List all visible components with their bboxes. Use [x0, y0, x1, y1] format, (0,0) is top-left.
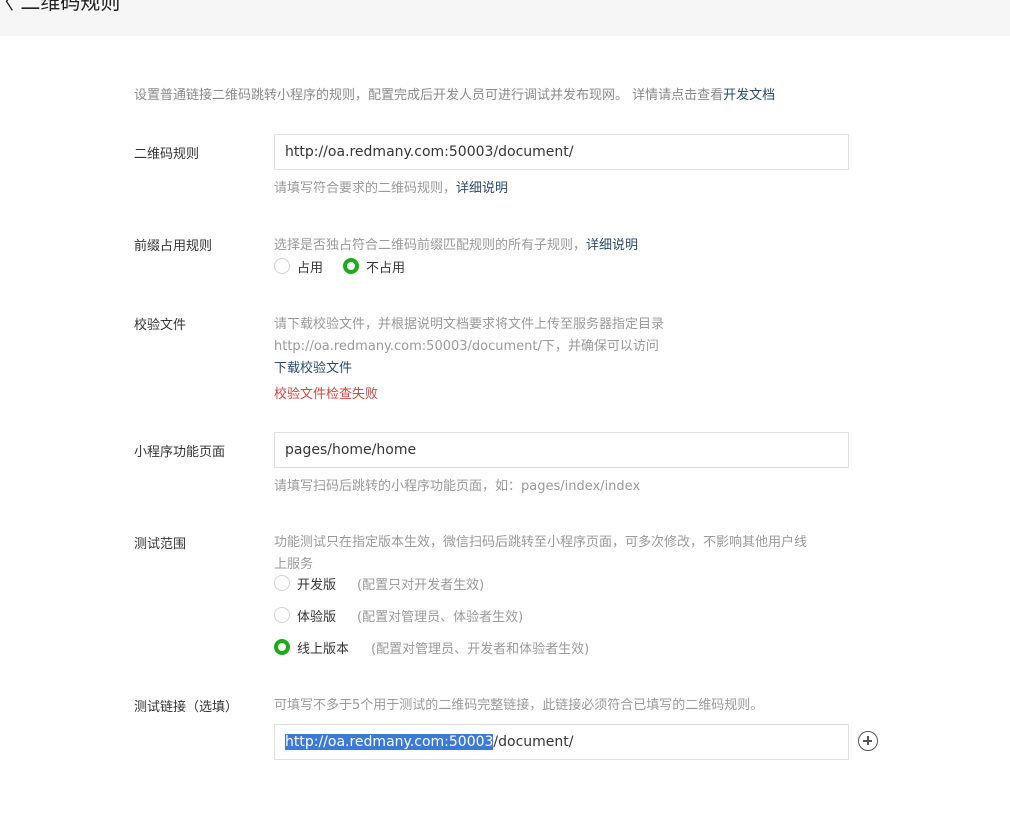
prefix-rule-tip: 选择是否独占符合二维码前缀匹配规则的所有子规则，详细说明: [274, 234, 638, 253]
qr-rule-input[interactable]: http://oa.redmany.com:50003/document/: [274, 134, 849, 170]
plus-circle-icon[interactable]: [858, 731, 878, 751]
page-path-input[interactable]: pages/home/home: [274, 432, 849, 468]
test-scope-tip-line1: 功能测试只在指定版本生效，微信扫码后跳转至小程序页面，可多次修改，不影响其他用户…: [274, 535, 808, 550]
verify-file-tip-line1: 请下载校验文件，并根据说明文档要求将文件上传至服务器指定目录: [274, 317, 665, 332]
test-scope-tip-line2: 上服务: [274, 557, 314, 572]
test-link-label: 测试链接（选填）: [134, 700, 239, 715]
radio-online-version[interactable]: [274, 639, 290, 655]
prefix-rule-tip-text: 选择是否独占符合二维码前缀匹配规则的所有子规则，: [274, 238, 587, 253]
test-link-rest-text: /document/: [493, 734, 574, 750]
download-verify-file-link[interactable]: 下载校验文件: [274, 357, 352, 376]
radio-occupy-label[interactable]: 占用: [297, 257, 323, 276]
radio-trial-version[interactable]: [274, 607, 290, 623]
prefix-rule-detail-link[interactable]: 详细说明: [586, 238, 638, 253]
page-title: 〈 二维码规则: [0, 0, 121, 14]
qr-rule-tip-text: 请填写符合要求的二维码规则，: [274, 181, 457, 196]
verify-file-label: 校验文件: [134, 318, 187, 333]
radio-not-occupy-label[interactable]: 不占用: [366, 257, 405, 276]
radio-trial-version-label[interactable]: 体验版: [297, 606, 336, 625]
test-link-tip: 可填写不多于5个用于测试的二维码完整链接，此链接必须符合已填写的二维码规则。: [274, 698, 764, 713]
intro-description: 设置普通链接二维码跳转小程序的规则，配置完成后开发人员可进行调试并发布现网。 详…: [134, 88, 724, 103]
test-scope-label: 测试范围: [134, 537, 187, 552]
top-bar: 〈 二维码规则: [0, 0, 1010, 36]
radio-dev-version-note: (配置只对开发者生效): [357, 578, 485, 593]
radio-occupy[interactable]: [274, 258, 290, 274]
radio-dev-version[interactable]: [274, 575, 290, 591]
qr-rule-label: 二维码规则: [134, 147, 200, 162]
verify-file-error: 校验文件检查失败: [274, 387, 379, 402]
radio-trial-version-note: (配置对管理员、体验者生效): [357, 610, 524, 625]
radio-online-version-label[interactable]: 线上版本: [297, 638, 349, 657]
intro-text: 设置普通链接二维码跳转小程序的规则，配置完成后开发人员可进行调试并发布现网。 详…: [134, 84, 775, 103]
radio-not-occupy[interactable]: [343, 258, 359, 274]
dev-docs-link[interactable]: 开发文档: [723, 88, 775, 103]
radio-online-version-note: (配置对管理员、开发者和体验者生效): [371, 642, 590, 657]
qr-rule-detail-link[interactable]: 详细说明: [456, 181, 508, 196]
test-link-selected-text: http://oa.redmany.com:50003: [285, 734, 494, 750]
verify-file-tip-line2: http://oa.redmany.com:50003/document/下，并…: [274, 339, 659, 354]
radio-dev-version-label[interactable]: 开发版: [297, 574, 336, 593]
qr-rule-tip: 请填写符合要求的二维码规则，详细说明: [274, 177, 508, 196]
test-link-input[interactable]: http://oa.redmany.com:50003/document/: [274, 724, 849, 760]
page-path-label: 小程序功能页面: [134, 445, 226, 460]
prefix-rule-label: 前缀占用规则: [134, 239, 213, 254]
page-path-tip: 请填写扫码后跳转的小程序功能页面，如：pages/index/index: [274, 479, 641, 494]
